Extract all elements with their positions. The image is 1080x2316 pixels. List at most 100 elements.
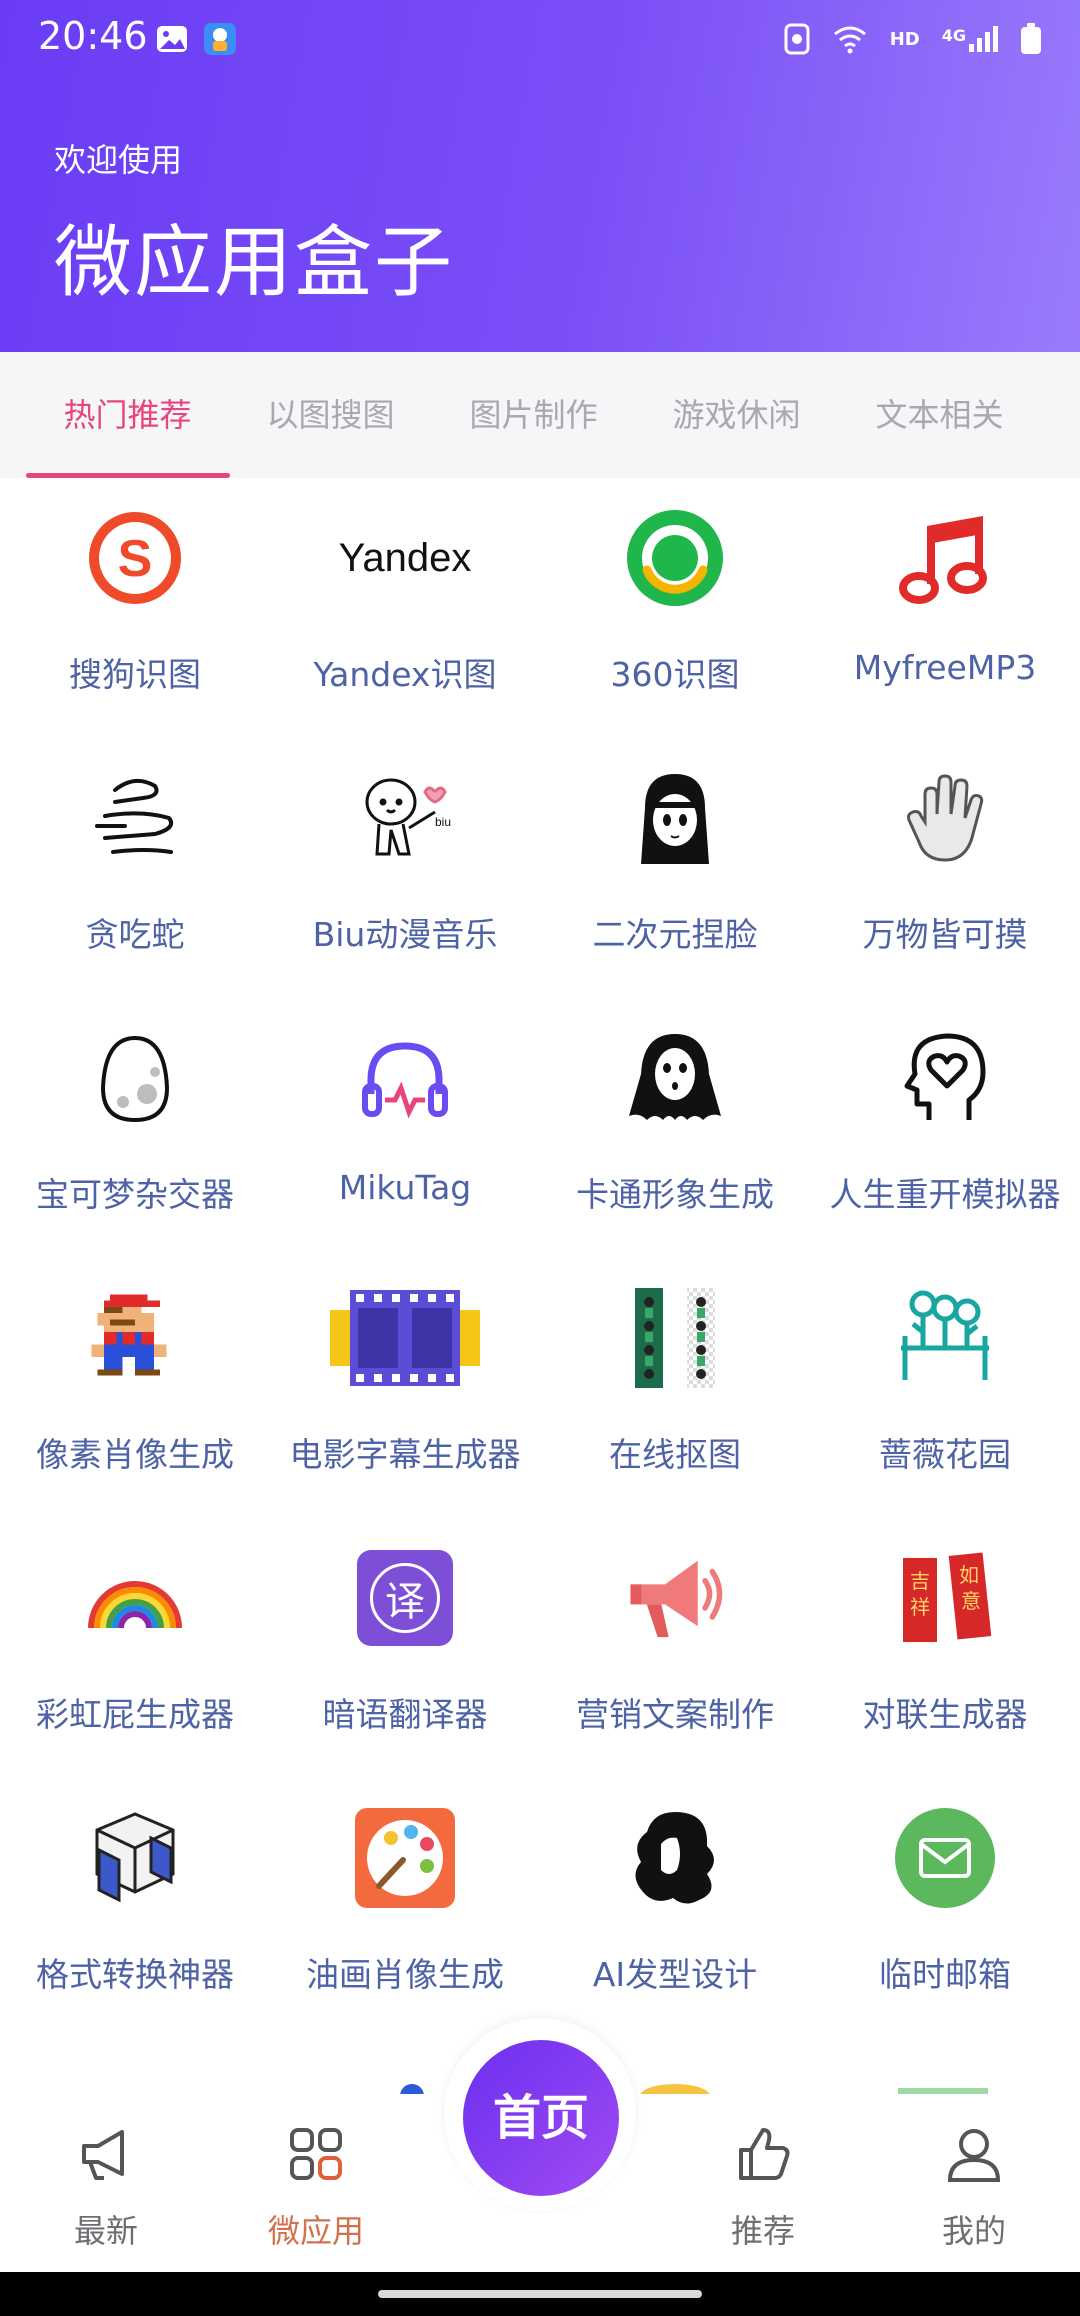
app-name: Yandex识图 (313, 655, 497, 694)
tab-hot[interactable]: 热门推荐 (26, 352, 229, 478)
battery-icon (1021, 23, 1041, 54)
tab-image-making[interactable]: 图片制作 (432, 352, 635, 478)
app-item-life-restart[interactable]: 人生重开模拟器 (810, 998, 1080, 1258)
signal-4g-label: 4G (942, 26, 998, 52)
recycle-icon (784, 23, 810, 55)
app-item-subtitle[interactable]: 电影字幕生成器 (270, 1258, 540, 1518)
tab-text[interactable]: 文本相关 (838, 352, 1041, 478)
megaphone-icon (625, 1548, 725, 1648)
nav-latest[interactable]: 最新 (16, 2094, 196, 2272)
anime-character-icon: biu (355, 768, 455, 868)
head-heart-icon (895, 1028, 995, 1128)
app-item-couplet[interactable]: 吉 祥 如 意 对联生成器 (810, 1518, 1080, 1778)
yandex-logo-text: Yandex (338, 535, 472, 580)
app-name: 360识图 (610, 655, 740, 694)
grid-nav-icon (290, 2128, 342, 2180)
app-name: 营销文案制作 (576, 1695, 774, 1734)
nav-mine[interactable]: 我的 (884, 2094, 1064, 2272)
app-item-biu[interactable]: biu Biu动漫音乐 (270, 738, 540, 998)
svg-text:biu: biu (435, 815, 451, 829)
image-cutout-icon (625, 1288, 725, 1388)
app-name: 卡通形象生成 (576, 1175, 774, 1214)
app-name: 油画肖像生成 (306, 1955, 504, 1994)
app-name: 搜狗识图 (69, 655, 201, 694)
app-item-garden[interactable]: 蔷薇花园 (810, 1258, 1080, 1518)
app-name: 临时邮箱 (879, 1955, 1011, 1994)
couplet-icon: 吉 祥 如 意 (895, 1548, 995, 1648)
svg-text:意: 意 (961, 1589, 981, 1613)
svg-text:祥: 祥 (910, 1595, 930, 1619)
megaphone-nav-icon (82, 2130, 124, 2180)
nav-recommend[interactable]: 推荐 (673, 2094, 853, 2272)
app-name: MyfreeMP3 (853, 648, 1037, 687)
wifi-icon (833, 26, 866, 54)
tab-image-search[interactable]: 以图搜图 (229, 352, 432, 478)
app-header: 20:46 HD 4G 欢迎使用 微应用盒子 (0, 0, 1080, 352)
app-item-cutout[interactable]: 在线抠图 (540, 1258, 810, 1518)
app-name: 万物皆可摸 (862, 915, 1028, 954)
egg-icon (85, 1028, 185, 1128)
tab-games[interactable]: 游戏休闲 (635, 352, 838, 478)
app-notification-icon (204, 23, 236, 55)
hd-label: HD (889, 28, 920, 50)
app-item-cartoon[interactable]: 卡通形象生成 (540, 998, 810, 1258)
app-item-oil-painting[interactable]: 油画肖像生成 (270, 1778, 540, 2038)
pixel-mario-icon (85, 1288, 185, 1388)
nav-mine-label: 我的 (941, 2212, 1006, 2250)
mail-icon (895, 1808, 995, 1908)
svg-text:吉: 吉 (910, 1569, 930, 1593)
app-name: 格式转换神器 (36, 1955, 234, 1994)
app-item-ai-hair[interactable]: AI发型设计 (540, 1778, 810, 2038)
app-item-mikutag[interactable]: MikuTag (270, 998, 540, 1258)
translate-icon: 译 (355, 1548, 455, 1648)
app-item-temp-mail[interactable]: 临时邮箱 (810, 1778, 1080, 2038)
cube-convert-icon (85, 1808, 185, 1908)
svg-text:如: 如 (959, 1563, 979, 1587)
app-item-pixel-portrait[interactable]: 像素肖像生成 (0, 1258, 270, 1518)
app-item-360[interactable]: 360识图 (540, 478, 810, 738)
app-item-touch[interactable]: 万物皆可摸 (810, 738, 1080, 998)
app-item-pokemon[interactable]: 宝可梦杂交器 (0, 998, 270, 1258)
app-name: MikuTag (338, 1168, 472, 1207)
hand-icon (895, 768, 995, 868)
app-item-myfreemp3[interactable]: MyfreeMP3 (810, 478, 1080, 738)
app-name: Biu动漫音乐 (312, 915, 498, 954)
home-button[interactable]: 首页 (463, 2040, 619, 2196)
sogou-icon: S (85, 508, 185, 608)
app-item-snake[interactable]: 贪吃蛇 (0, 738, 270, 998)
notification-icons (155, 22, 237, 56)
360-icon (625, 508, 725, 608)
app-name: 人生重开模拟器 (829, 1175, 1061, 1214)
app-item-rainbow[interactable]: 彩虹屁生成器 (0, 1518, 270, 1778)
gesture-area (0, 2272, 1080, 2316)
palette-icon (355, 1808, 455, 1908)
app-name: 彩虹屁生成器 (36, 1695, 234, 1734)
app-name: 贪吃蛇 (85, 915, 185, 954)
anime-girl-icon (625, 768, 725, 868)
thumbs-up-icon (739, 2128, 790, 2180)
welcome-text: 欢迎使用 (54, 141, 183, 179)
app-item-format-convert[interactable]: 格式转换神器 (0, 1778, 270, 2038)
app-item-sogou[interactable]: S 搜狗识图 (0, 478, 270, 738)
app-name: 对联生成器 (862, 1695, 1028, 1734)
headphones-icon (355, 1028, 455, 1128)
nav-micro-apps-label: 微应用 (267, 2212, 364, 2250)
app-item-anime-face[interactable]: 二次元捏脸 (540, 738, 810, 998)
nav-recommend-label: 推荐 (730, 2212, 795, 2250)
rainbow-icon (85, 1548, 185, 1648)
user-icon (947, 2129, 1001, 2182)
app-name: 二次元捏脸 (592, 915, 758, 954)
translate-glyph: 译 (370, 1563, 440, 1633)
film-strip-icon (330, 1288, 480, 1388)
app-grid: S 搜狗识图 Yandex Yandex识图 360识图 MyfreeMP3 贪… (0, 478, 1080, 2098)
app-item-yandex[interactable]: Yandex Yandex识图 (270, 478, 540, 738)
nav-latest-label: 最新 (73, 2212, 138, 2250)
app-name: AI发型设计 (592, 1955, 758, 1994)
nav-micro-apps[interactable]: 微应用 (226, 2094, 406, 2272)
yandex-icon: Yandex (305, 508, 505, 608)
status-time: 20:46 (38, 14, 148, 58)
app-item-translator[interactable]: 译 暗语翻译器 (270, 1518, 540, 1778)
category-tabs: 热门推荐 以图搜图 图片制作 游戏休闲 文本相关 (0, 352, 1080, 478)
gesture-bar[interactable] (378, 2290, 702, 2298)
app-item-marketing[interactable]: 营销文案制作 (540, 1518, 810, 1778)
